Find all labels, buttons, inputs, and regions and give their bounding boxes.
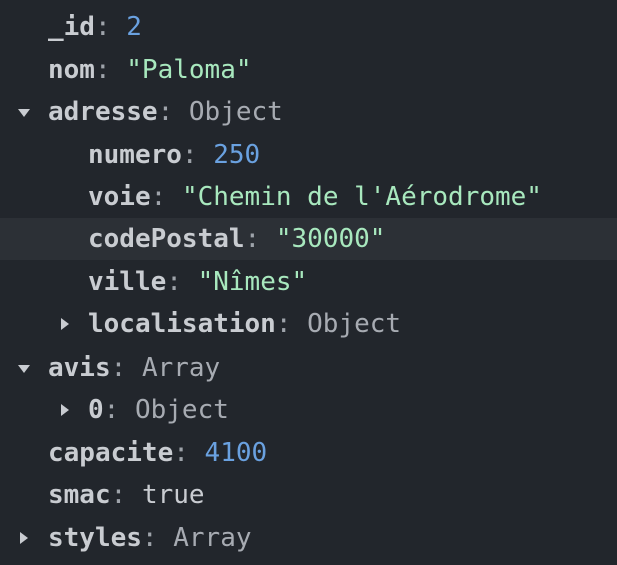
field-row-voie[interactable]: voie: "Chemin de l'Aérodrome" [0, 176, 617, 218]
field-key: styles [48, 523, 142, 553]
colon: : [110, 353, 127, 383]
field-row-capacite[interactable]: capacite: 4100 [0, 432, 617, 474]
colon: : [157, 97, 174, 127]
caret-right-icon[interactable] [61, 404, 69, 416]
field-value-number: 250 [213, 140, 261, 170]
caret-right-icon[interactable] [20, 532, 28, 544]
field-value-boolean: true [141, 480, 205, 510]
document-viewer: _id: 2 nom: "Paloma" adresse: Object num… [0, 0, 617, 565]
field-type: Object [307, 309, 402, 339]
field-key: voie [88, 182, 151, 212]
field-row-id[interactable]: _id: 2 [0, 6, 617, 48]
field-value-number: 4100 [204, 438, 268, 468]
field-key: capacite [48, 438, 174, 468]
colon: : [141, 523, 158, 553]
field-row-nom[interactable]: nom: "Paloma" [0, 49, 617, 91]
colon: : [275, 309, 292, 339]
field-key: 0 [88, 395, 104, 425]
field-type: Object [188, 97, 283, 127]
field-row-adresse[interactable]: adresse: Object [0, 91, 617, 133]
field-type: Object [134, 395, 229, 425]
field-value-string: "30000" [275, 224, 386, 254]
field-row-smac[interactable]: smac: true [0, 474, 617, 516]
field-value-string: "Nîmes" [197, 267, 308, 297]
field-row-ville[interactable]: ville: "Nîmes" [0, 261, 617, 303]
field-row-numero[interactable]: numero: 250 [0, 134, 617, 176]
field-key: avis [48, 353, 111, 383]
colon: : [244, 224, 261, 254]
colon: : [166, 267, 182, 297]
colon: : [150, 182, 167, 212]
field-value-string: "Chemin de l'Aérodrome" [181, 182, 542, 212]
field-row-localisation[interactable]: localisation: Object [0, 303, 617, 345]
field-value-number: 2 [126, 12, 142, 42]
colon: : [94, 12, 111, 42]
field-row-avis-0[interactable]: 0: Object [0, 389, 617, 431]
field-row-avis[interactable]: avis: Array [0, 347, 617, 389]
colon: : [173, 438, 189, 468]
field-key: _id [48, 12, 95, 42]
colon: : [103, 395, 120, 425]
field-key: codePostal [88, 224, 245, 254]
field-key: smac [48, 480, 111, 510]
colon: : [94, 55, 111, 85]
caret-down-icon[interactable] [18, 109, 30, 117]
caret-right-icon[interactable] [61, 318, 69, 330]
field-row-styles[interactable]: styles: Array [0, 517, 617, 559]
field-key: nom [48, 55, 95, 85]
caret-down-icon[interactable] [18, 365, 30, 373]
field-type: Array [141, 353, 221, 383]
field-key: ville [88, 267, 167, 297]
colon: : [181, 140, 198, 170]
field-row-codepostal[interactable]: codePostal: "30000" [0, 218, 617, 260]
field-key: adresse [48, 97, 158, 127]
field-key: numero [88, 140, 182, 170]
field-value-string: "Paloma" [126, 55, 252, 85]
field-type: Array [173, 523, 252, 553]
colon: : [110, 480, 127, 510]
field-key: localisation [88, 309, 276, 339]
